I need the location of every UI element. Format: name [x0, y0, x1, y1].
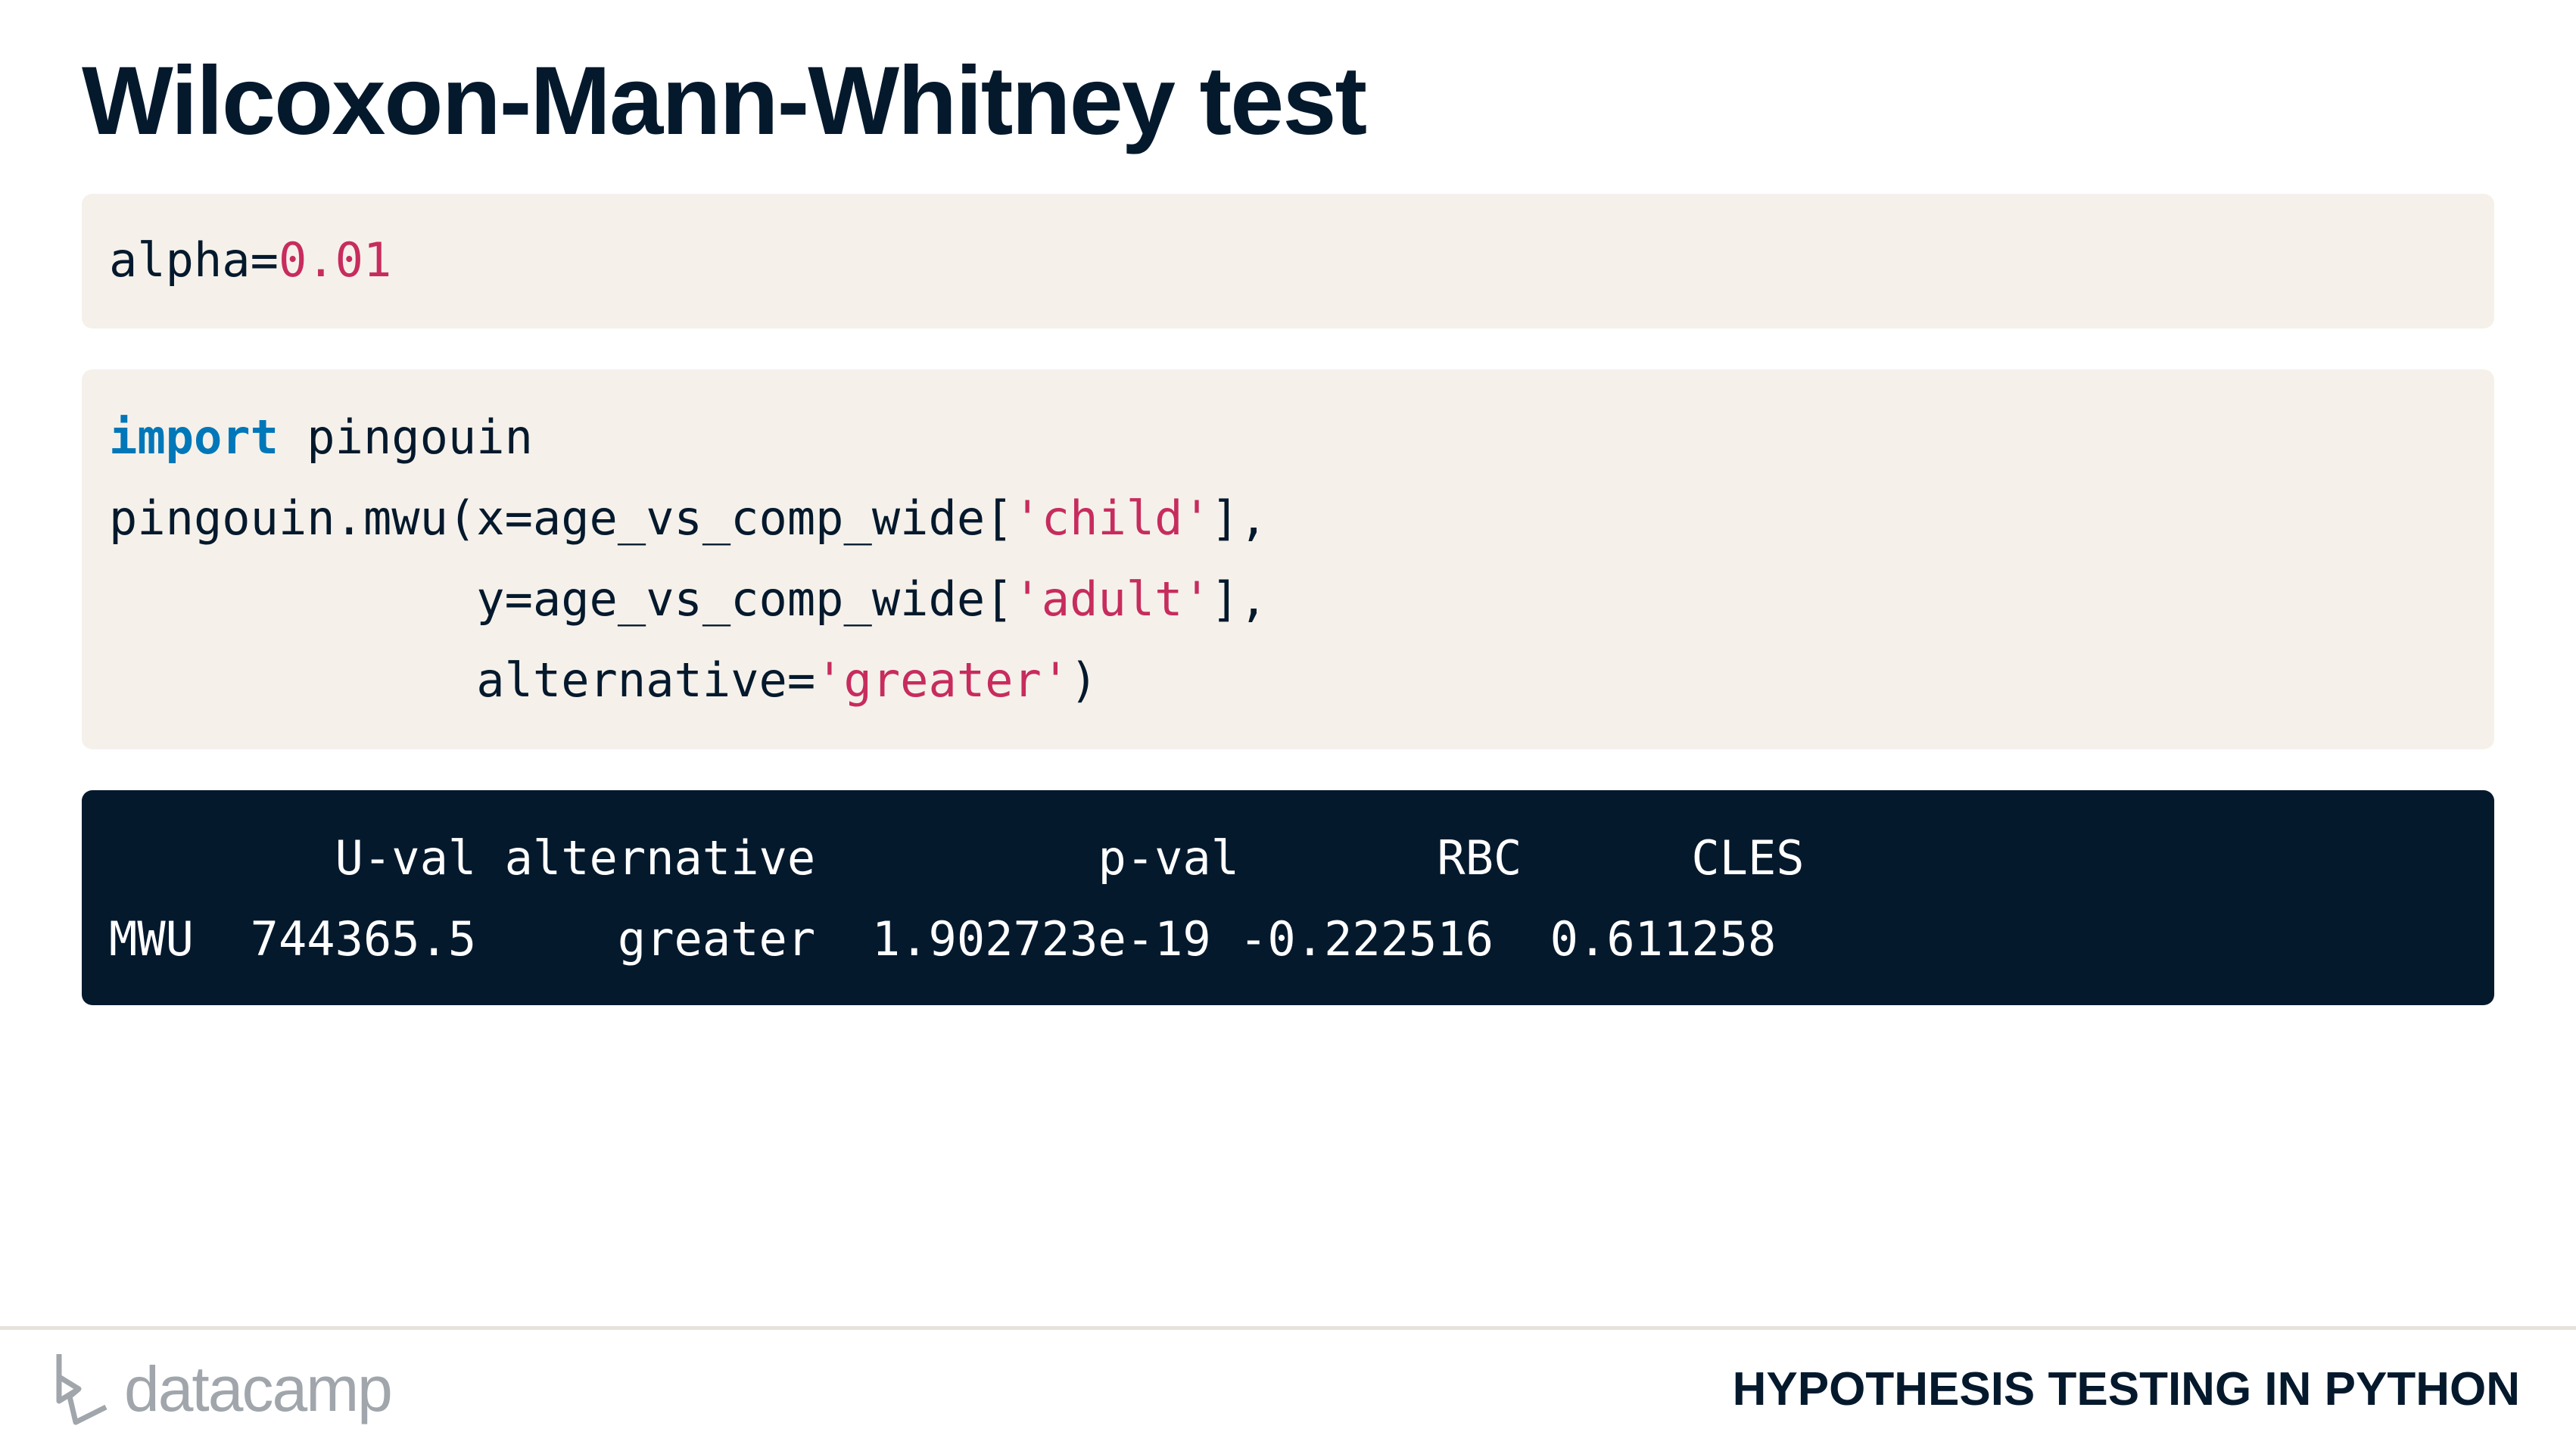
- keyword: import: [109, 409, 279, 465]
- code-line: alpha=0.01: [109, 237, 391, 284]
- output-data-row: MWU 744365.5 greater 1.902723e-19 -0.222…: [109, 911, 1777, 967]
- code-line: pingouin.mwu(x=age_vs_comp_wide['child']…: [109, 495, 1267, 542]
- code-line: y=age_vs_comp_wide['adult'],: [109, 576, 1267, 623]
- code-block-mwu: import pingouin pingouin.mwu(x=age_vs_co…: [82, 369, 2494, 749]
- datacamp-logo-icon: [56, 1354, 107, 1425]
- output-block: U-val alternative p-val RBC CLES MWU 744…: [82, 790, 2494, 1005]
- code-text: ],: [1210, 490, 1268, 546]
- code-text: ): [1070, 652, 1098, 708]
- course-title: HYPOTHESIS TESTING IN PYTHON: [1732, 1363, 2520, 1415]
- code-text: alternative=: [109, 652, 816, 708]
- code-text: pingouin: [278, 409, 533, 465]
- slide-title: Wilcoxon-Mann-Whitney test: [82, 47, 1367, 155]
- output-header-row: U-val alternative p-val RBC CLES: [109, 830, 1805, 886]
- code-text: pingouin.mwu(x=age_vs_comp_wide[: [109, 490, 1014, 546]
- code-line: import pingouin: [109, 414, 533, 461]
- string-literal: 'child': [1013, 490, 1211, 546]
- number-literal: 0.01: [278, 232, 392, 288]
- code-block-alpha: alpha=0.01: [82, 194, 2494, 328]
- code-text: ],: [1210, 571, 1268, 627]
- code-text: y=age_vs_comp_wide[: [109, 571, 1014, 627]
- code-text: alpha=: [109, 232, 279, 288]
- string-literal: 'adult': [1013, 571, 1211, 627]
- logo-text: datacamp: [124, 1353, 393, 1425]
- datacamp-logo: datacamp: [53, 1351, 393, 1427]
- code-line: alternative='greater'): [109, 657, 1098, 704]
- string-literal: 'greater': [815, 652, 1070, 708]
- footer-divider: [0, 1326, 2576, 1330]
